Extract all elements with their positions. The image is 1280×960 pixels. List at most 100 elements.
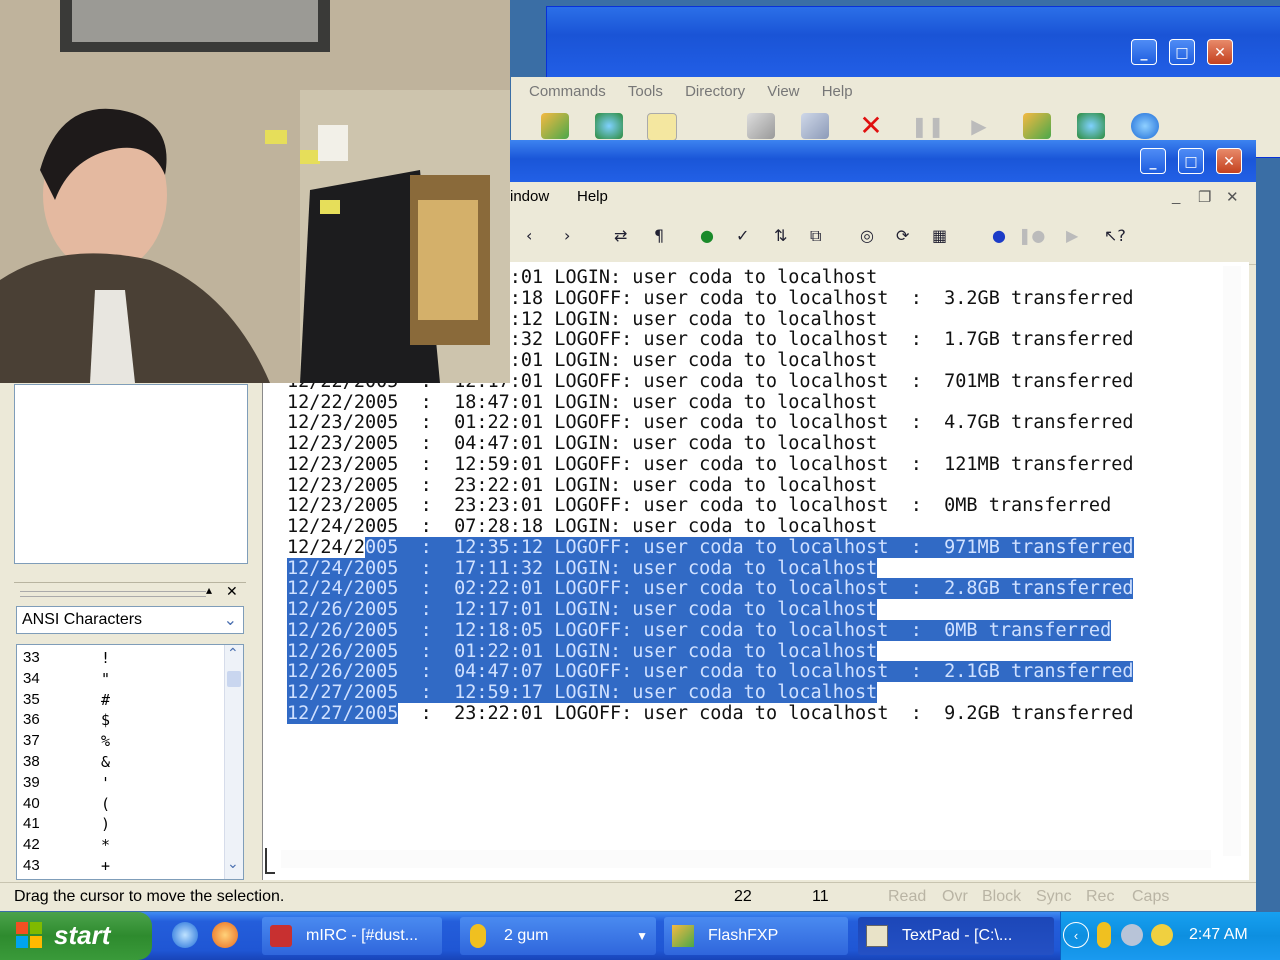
clip-list-scrollbar[interactable]: ⌃ ⌄	[224, 645, 243, 879]
clip-row[interactable]: 36 $	[23, 711, 223, 732]
volume-icon[interactable]	[1121, 924, 1143, 946]
selected-text[interactable]: 12/24/2005 : 02:22:01 LOGOFF: user coda …	[287, 578, 1134, 600]
clip-row[interactable]: 43 +	[23, 857, 223, 878]
sync-icon[interactable]	[1077, 113, 1105, 139]
compare-icon[interactable]: ⧉	[810, 226, 821, 246]
editor-line[interactable]: 12/24/2005 : 07:28:18 LOGIN: user coda t…	[287, 516, 1134, 538]
sort-icon[interactable]: ⇅	[774, 226, 787, 245]
clip-row[interactable]: 34 "	[23, 670, 223, 691]
task-mirc[interactable]: mIRC - [#dust...	[262, 917, 442, 955]
selected-text[interactable]: 12/26/2005 : 12:18:05 LOGOFF: user coda …	[287, 619, 1112, 641]
transfer-icon[interactable]	[747, 113, 775, 139]
editor-line[interactable]: 12/23/2005 : 12:59:01 LOGOFF: user coda …	[287, 454, 1134, 476]
record-macro-icon[interactable]: ●	[992, 226, 1006, 245]
document-selector-pane[interactable]	[14, 384, 248, 564]
editor-line[interactable]: 12/27/2005 : 23:22:01 LOGOFF: user coda …	[287, 702, 1134, 725]
scroll-up-icon[interactable]: ⌃	[227, 645, 239, 662]
editor-horizontal-scrollbar[interactable]	[281, 850, 1211, 868]
menu-commands[interactable]: Commands	[529, 77, 606, 107]
editor-line[interactable]: 12/23/2005 : 23:22:01 LOGIN: user coda t…	[287, 475, 1134, 497]
task-messenger[interactable]: 2 gum ▼	[460, 917, 656, 955]
flashfxp-titlebar[interactable]: _ □ ✕	[547, 7, 1280, 77]
editor-line[interactable]: 12/22/2005 : 18:47:01 LOGIN: user coda t…	[287, 392, 1134, 414]
queue-icon[interactable]	[1023, 113, 1051, 139]
play-macro-icon[interactable]: ▶	[1066, 226, 1078, 245]
help-pointer-icon[interactable]: ↖?	[1104, 226, 1126, 245]
pause-icon[interactable]: ❚❚	[911, 113, 945, 139]
textpad-titlebar[interactable]: _ □ ✕	[510, 140, 1256, 182]
start-button[interactable]: start	[0, 912, 152, 960]
word-wrap-icon[interactable]: ⇄	[614, 226, 627, 245]
editor-line[interactable]: 12/24/2005 : 12:35:12 LOGOFF: user coda …	[287, 536, 1134, 559]
doc-minimize-icon[interactable]: _	[1172, 188, 1180, 205]
replace-icon[interactable]: ⟳	[896, 226, 909, 245]
editor-line[interactable]: 12/24/2005 : 17:11:32 LOGIN: user coda t…	[287, 557, 1134, 580]
editor-line[interactable]: 12/23/2005 : 04:47:01 LOGIN: user coda t…	[287, 433, 1134, 455]
clip-row[interactable]: 42 *	[23, 836, 223, 857]
clip-row[interactable]: 35 #	[23, 691, 223, 712]
clip-row[interactable]: 38 &	[23, 753, 223, 774]
task-textpad[interactable]: TextPad - [C:\...	[858, 917, 1054, 955]
clip-row[interactable]: 40 (	[23, 795, 223, 816]
forward-icon[interactable]: ›	[564, 226, 570, 245]
clip-row[interactable]: 37%	[23, 732, 223, 753]
messenger-tray-icon[interactable]	[1097, 922, 1111, 948]
selected-text[interactable]: 12/26/2005 : 04:47:07 LOGOFF: user coda …	[287, 661, 1134, 683]
clip-library-select[interactable]: ANSI Characters ⌄	[16, 606, 244, 634]
editor-line[interactable]: 12/24/2005 : 02:22:01 LOGOFF: user coda …	[287, 578, 1134, 600]
maximize-button[interactable]: □	[1178, 148, 1204, 174]
selected-text[interactable]: 12/26/2005 : 12:17:01 LOGIN: user coda t…	[287, 599, 878, 620]
menu-directory[interactable]: Directory	[685, 77, 745, 107]
editor-line[interactable]: 12/23/2005 : 23:23:01 LOGOFF: user coda …	[287, 495, 1134, 517]
editor-line[interactable]: 12/26/2005 : 04:47:07 LOGOFF: user coda …	[287, 661, 1134, 683]
doc-restore-icon[interactable]: ❐	[1198, 188, 1211, 206]
globe-icon[interactable]	[1131, 113, 1159, 139]
dock-icon[interactable]: ▴	[206, 583, 212, 597]
play-icon[interactable]: ▶	[965, 113, 993, 139]
folder-icon[interactable]	[647, 113, 677, 141]
selected-text[interactable]: 12/26/2005 : 01:22:01 LOGIN: user coda t…	[287, 640, 878, 662]
editor-line[interactable]: 12/26/2005 : 01:22:01 LOGIN: user coda t…	[287, 640, 1134, 663]
menu-help[interactable]: Help	[822, 77, 853, 107]
edit-icon[interactable]	[801, 113, 829, 139]
connect-icon[interactable]	[541, 113, 569, 139]
abort-icon[interactable]: ✕	[857, 112, 885, 140]
doc-close-icon[interactable]: ✕	[1226, 188, 1239, 206]
selected-text[interactable]: 12/27/2005 : 12:59:17 LOGIN: user coda t…	[287, 682, 878, 703]
clip-row[interactable]: 39 '	[23, 774, 223, 795]
editor-line[interactable]: 12/26/2005 : 12:17:01 LOGIN: user coda t…	[287, 599, 1134, 621]
clip-row[interactable]: 33!	[23, 649, 223, 670]
minimize-button[interactable]: _	[1140, 148, 1166, 174]
editor-line[interactable]: 12/23/2005 : 01:22:01 LOGOFF: user coda …	[287, 412, 1134, 434]
maximize-button[interactable]: □	[1169, 39, 1195, 65]
spellcheck-icon[interactable]: ✓	[736, 226, 749, 245]
menu-help[interactable]: Help	[577, 188, 608, 205]
refresh-icon[interactable]	[595, 113, 623, 139]
editor-line[interactable]: 12/26/2005 : 12:18:05 LOGOFF: user coda …	[287, 619, 1134, 642]
tray-expand-icon[interactable]: ‹	[1063, 922, 1089, 948]
pause-macro-icon[interactable]: ❚●	[1018, 226, 1045, 245]
selected-text[interactable]: 12/27/2005	[287, 702, 399, 724]
menu-tools[interactable]: Tools	[628, 77, 663, 107]
pilcrow-icon[interactable]: ¶	[654, 226, 664, 245]
close-button[interactable]: ✕	[1207, 39, 1233, 65]
minimize-button[interactable]: _	[1131, 39, 1157, 65]
globe-icon[interactable]: ●	[700, 226, 714, 245]
scroll-down-icon[interactable]: ⌄	[227, 855, 239, 872]
scroll-thumb[interactable]	[227, 671, 241, 687]
menu-window[interactable]: indow	[510, 188, 549, 205]
close-pane-icon[interactable]: ✕	[226, 583, 238, 600]
editor-line[interactable]: 12/27/2005 : 12:59:17 LOGIN: user coda t…	[287, 682, 1134, 704]
internet-explorer-icon[interactable]	[172, 922, 198, 948]
back-icon[interactable]: ‹	[526, 226, 532, 245]
editor-vertical-scrollbar[interactable]	[1223, 266, 1241, 856]
task-flashfxp[interactable]: FlashFXP	[664, 917, 848, 955]
chevron-down-icon[interactable]: ⌄	[224, 610, 237, 630]
close-button[interactable]: ✕	[1216, 148, 1242, 174]
find-in-files-icon[interactable]: ▦	[932, 226, 947, 245]
clip-library-list[interactable]: 33! 34 " 35 #36 $37% 38 & 39 ' 40(41) 42 * 43 + ⌃ ⌄	[16, 644, 244, 880]
clip-row[interactable]: 41)	[23, 815, 223, 836]
find-icon[interactable]: ◎	[860, 226, 874, 245]
selected-text[interactable]: 12/24/2005 : 17:11:32 LOGIN: user coda t…	[287, 557, 878, 579]
selected-text[interactable]: 005 : 12:35:12 LOGOFF: user coda to loca…	[364, 536, 1134, 558]
